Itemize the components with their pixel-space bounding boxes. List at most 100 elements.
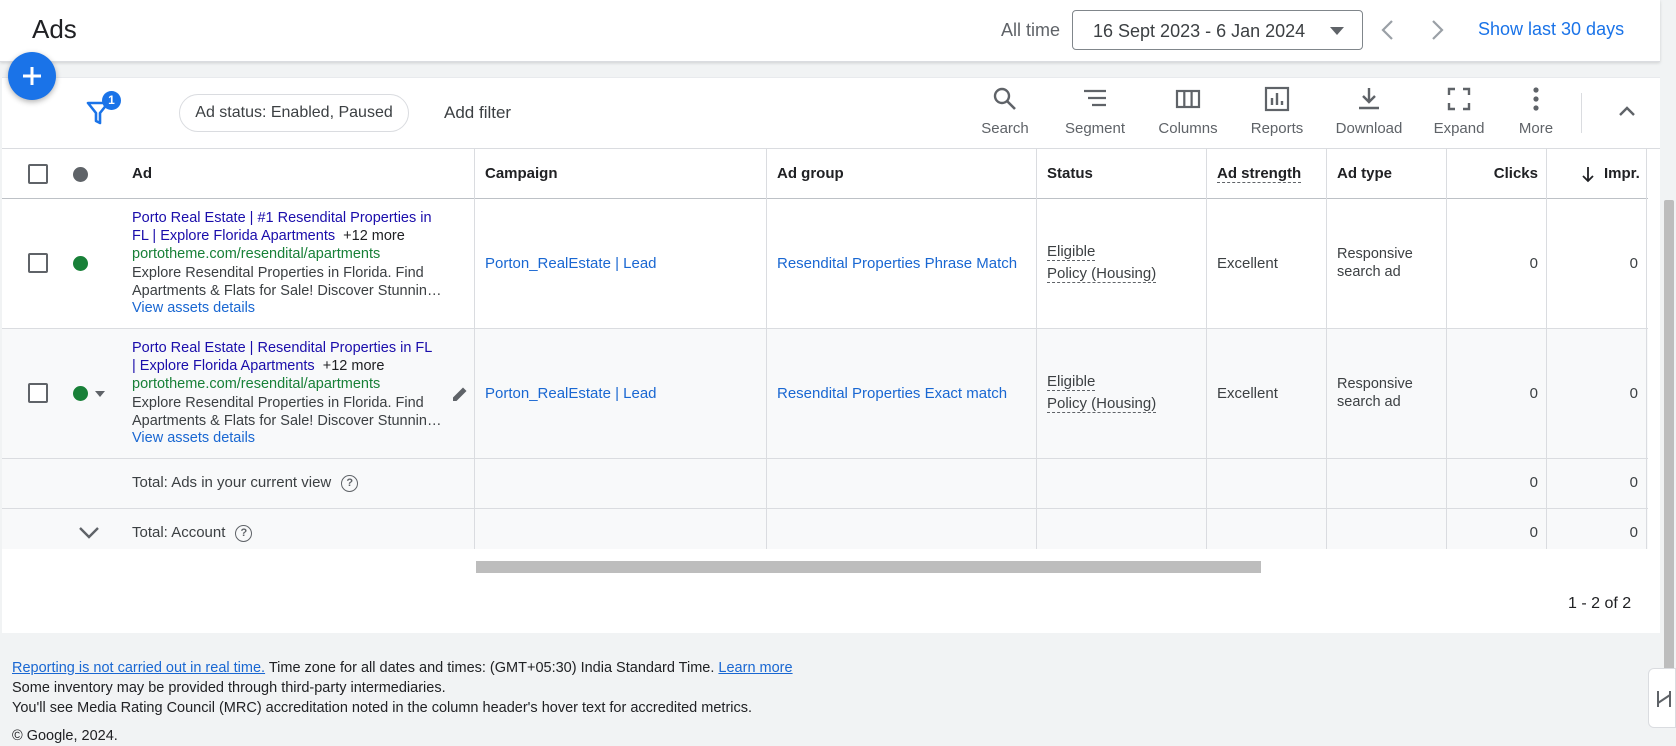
ads-table: Ad Campaign Ad group Status Ad strength … xyxy=(2,148,1660,549)
reports-icon xyxy=(1264,86,1290,112)
account-impr-value: 0 xyxy=(1629,524,1638,541)
column-header-impr[interactable]: Impr. xyxy=(1604,165,1640,182)
column-header-campaign[interactable]: Campaign xyxy=(485,165,558,182)
ad-group-link[interactable]: Resendital Properties Phrase Match xyxy=(777,255,1017,272)
column-divider xyxy=(1446,149,1447,549)
ad-description-line-1: Explore Resendital Properties in Florida… xyxy=(132,395,424,411)
ad-headline-line-1: Porto Real Estate | #1 Resendital Proper… xyxy=(132,210,432,226)
ad-group-link[interactable]: Resendital Properties Exact match xyxy=(777,385,1007,402)
date-range-select[interactable]: 16 Sept 2023 - 6 Jan 2024 xyxy=(1072,10,1363,50)
status-policy-text: Policy (Housing) xyxy=(1047,395,1157,413)
clicks-value: 0 xyxy=(1529,385,1538,402)
ad-headline[interactable]: Porto Real Estate | Resendital Propertie… xyxy=(132,339,444,375)
ad-strength-value: Excellent xyxy=(1217,385,1278,402)
ad-headline[interactable]: Porto Real Estate | #1 Resendital Proper… xyxy=(132,209,444,245)
ad-description: Explore Resendital Properties in Florida… xyxy=(132,394,444,430)
enabled-status-dot[interactable] xyxy=(73,256,88,271)
ad-description-line-2: Apartments & Flats for Sale! Discover St… xyxy=(132,413,444,429)
vertical-scrollbar-thumb[interactable] xyxy=(1664,200,1674,670)
reports-tool-button[interactable]: Reports xyxy=(1232,86,1322,142)
column-header-ad-group[interactable]: Ad group xyxy=(777,165,844,182)
expand-icon xyxy=(1447,87,1471,111)
columns-tool-label: Columns xyxy=(1158,120,1218,137)
chevron-down-icon[interactable] xyxy=(77,523,101,543)
column-divider xyxy=(1646,149,1647,549)
help-icon[interactable]: ? xyxy=(235,524,253,542)
footer-notes: Reporting is not carried out in real tim… xyxy=(12,658,793,718)
row-checkbox[interactable] xyxy=(28,253,48,273)
search-tool-button[interactable]: Search xyxy=(960,86,1050,142)
status-eligible[interactable]: Eligible xyxy=(1047,243,1096,261)
reporting-not-real-time-link[interactable]: Reporting is not carried out in real tim… xyxy=(12,660,265,676)
toolbar-divider xyxy=(1581,93,1582,133)
show-last-30-days-link[interactable]: Show last 30 days xyxy=(1478,19,1624,40)
column-divider xyxy=(1036,149,1037,549)
columns-icon xyxy=(1175,89,1201,109)
campaign-link[interactable]: Porton_RealEstate | Lead xyxy=(485,385,657,402)
horizontal-scrollbar[interactable] xyxy=(476,561,1261,573)
column-divider xyxy=(1326,149,1327,549)
ad-status-filter-chip[interactable]: Ad status: Enabled, Paused xyxy=(179,94,409,132)
total-row-current-view: Total: Ads in your current view? 0 0 xyxy=(2,459,1648,509)
next-period-icon[interactable] xyxy=(1424,16,1450,44)
ad-type-line-1: Responsive xyxy=(1337,376,1413,392)
segment-tool-label: Segment xyxy=(1064,120,1126,137)
table-row[interactable]: Porto Real Estate | #1 Resendital Proper… xyxy=(2,199,1648,329)
column-header-clicks[interactable]: Clicks xyxy=(1472,165,1538,182)
status-policy[interactable]: Policy (Housing) xyxy=(1047,265,1157,283)
collapse-icon[interactable] xyxy=(1614,98,1640,124)
ad-type-line-2: search ad xyxy=(1337,394,1401,410)
add-ad-button[interactable] xyxy=(8,52,56,100)
side-panel-handle[interactable] xyxy=(1648,668,1676,728)
select-all-checkbox[interactable] xyxy=(28,164,48,184)
column-divider xyxy=(1546,149,1547,549)
ad-display-url: portotheme.com/resendital/apartments xyxy=(132,246,381,262)
learn-more-link[interactable]: Learn more xyxy=(718,660,792,676)
ad-type-line-1: Responsive xyxy=(1337,246,1413,262)
total-row-account: Total: Account? 0 0 xyxy=(2,509,1648,549)
column-divider xyxy=(474,149,475,549)
download-tool-button[interactable]: Download xyxy=(1324,86,1414,142)
status-column-dot xyxy=(73,167,88,182)
ad-strength-value: Excellent xyxy=(1217,255,1278,272)
sort-descending-icon[interactable] xyxy=(1580,165,1596,183)
column-header-ad[interactable]: Ad xyxy=(132,165,152,182)
help-icon[interactable]: ? xyxy=(341,474,359,492)
column-header-status[interactable]: Status xyxy=(1047,165,1093,182)
dropdown-arrow-icon xyxy=(1330,27,1344,35)
row-checkbox[interactable] xyxy=(28,383,48,403)
edit-pencil-icon[interactable] xyxy=(450,384,470,404)
status-policy[interactable]: Policy (Housing) xyxy=(1047,395,1157,413)
ad-headline-line-2: FL | Explore Florida Apartments xyxy=(132,228,336,244)
search-icon xyxy=(993,87,1016,110)
download-tool-label: Download xyxy=(1335,120,1403,137)
enabled-status-dot[interactable] xyxy=(73,386,88,401)
campaign-link[interactable]: Porton_RealEstate | Lead xyxy=(485,255,657,272)
more-tool-label: More xyxy=(1518,120,1554,137)
filter-count-badge: 1 xyxy=(102,91,121,110)
segment-tool-button[interactable]: Segment xyxy=(1050,86,1140,142)
more-headlines-count: +12 more xyxy=(343,228,405,244)
footer-line-2: Some inventory may be provided through t… xyxy=(12,680,446,696)
column-divider xyxy=(766,149,767,549)
column-header-ad-strength[interactable]: Ad strength xyxy=(1217,165,1302,183)
impr-value: 0 xyxy=(1629,385,1638,402)
search-tool-label: Search xyxy=(981,120,1029,137)
timezone-text: Time zone for all dates and times: (GMT+… xyxy=(265,660,719,676)
resize-handle-icon xyxy=(1657,691,1671,707)
previous-period-icon[interactable] xyxy=(1375,16,1401,44)
more-tool-button[interactable]: More xyxy=(1491,86,1581,142)
status-dropdown-icon[interactable] xyxy=(94,390,106,398)
date-range-label: All time xyxy=(1001,20,1061,40)
download-icon xyxy=(1359,88,1379,110)
ad-type-line-2: search ad xyxy=(1337,264,1401,280)
column-header-ad-type[interactable]: Ad type xyxy=(1337,165,1392,182)
view-assets-details-link[interactable]: View assets details xyxy=(132,300,255,316)
pagination-label: 1 - 2 of 2 xyxy=(1568,595,1632,612)
columns-tool-button[interactable]: Columns xyxy=(1143,86,1233,142)
status-eligible[interactable]: Eligible xyxy=(1047,373,1096,391)
view-assets-details-link[interactable]: View assets details xyxy=(132,430,255,446)
add-filter-button[interactable]: Add filter xyxy=(444,103,511,123)
status-eligible-text: Eligible xyxy=(1047,373,1096,391)
table-row[interactable]: Porto Real Estate | Resendital Propertie… xyxy=(2,329,1648,459)
